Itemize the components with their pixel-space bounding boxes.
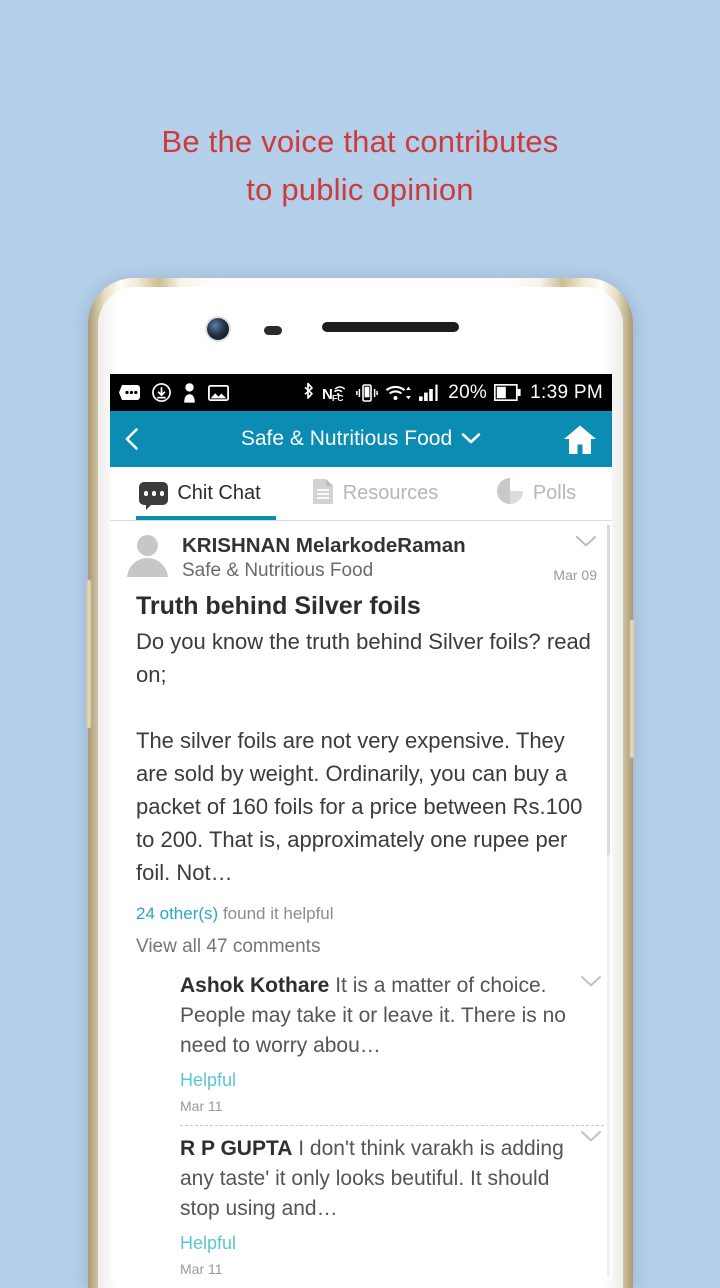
comment-text: R P GUPTA I don't think varakh is adding… (180, 1134, 570, 1224)
app-bar: Safe & Nutritious Food (110, 411, 612, 467)
post-helpful-label: found it helpful (222, 904, 334, 923)
tab-bar: Chit Chat Resources Polls (110, 467, 612, 521)
comment-date: Mar 11 (180, 1098, 223, 1114)
proximity-sensor-icon (264, 326, 282, 335)
post-body: Do you know the truth behind Silver foil… (136, 625, 597, 889)
comment-date: Mar 11 (180, 1261, 223, 1277)
home-button[interactable] (558, 419, 602, 459)
view-all-comments-link[interactable]: View all 47 comments (136, 933, 597, 961)
list-item: R P GUPTA I don't think varakh is adding… (180, 1125, 604, 1279)
post-date: Mar 09 (553, 567, 597, 583)
comment-list: Ashok Kothare It is a matter of choice. … (110, 971, 612, 1279)
post-group-name: Safe & Nutritious Food (182, 560, 374, 581)
content-scrollbar[interactable] (607, 525, 610, 1277)
chevron-down-icon (461, 427, 481, 451)
post-helpful-row: 24 other(s) found it helpful (136, 901, 597, 927)
headline-line-1: Be the voice that contributes (161, 124, 559, 159)
promo-headline: Be the voice that contributes to public … (0, 118, 720, 214)
status-bar: N FC 20% 1:39 PM (110, 374, 612, 411)
wifi-icon (385, 383, 412, 403)
comment-author: R P GUPTA (180, 1137, 293, 1160)
battery-icon (494, 384, 521, 401)
person-icon (183, 382, 196, 403)
comment-helpful-button[interactable]: Helpful (180, 1228, 570, 1258)
list-item: Ashok Kothare It is a matter of choice. … (180, 971, 604, 1121)
pie-chart-icon (496, 477, 524, 510)
earpiece-speaker (322, 322, 459, 332)
post-header-right: Mar 09 (553, 533, 597, 583)
phone-mockup: N FC 20% 1:39 PM Safe & Nutritious Food … (86, 278, 635, 1288)
post-helpful-count[interactable]: 24 other(s) (136, 904, 218, 923)
post-body-intro: Do you know the truth behind Silver foil… (136, 629, 591, 687)
post-title: Truth behind Silver foils (136, 592, 421, 620)
post-author-name: KRISHNAN MelarkodeRaman (182, 534, 466, 557)
nfc-icon: N FC (322, 383, 349, 403)
tab-resources[interactable]: Resources (290, 467, 460, 520)
post-card: KRISHNAN MelarkodeRaman Safe & Nutritiou… (110, 521, 612, 961)
tab-chit-chat-label: Chit Chat (177, 482, 261, 504)
feed-content: KRISHNAN MelarkodeRaman Safe & Nutritiou… (110, 521, 612, 1279)
comment-chevron-down-icon[interactable] (580, 975, 602, 993)
tab-chit-chat[interactable]: Chit Chat (110, 467, 290, 520)
app-bar-title-area: Safe & Nutritious Food (110, 427, 612, 451)
page-title: Safe & Nutritious Food (240, 427, 453, 450)
clock-label: 1:39 PM (530, 381, 603, 403)
comment-text: Ashok Kothare It is a matter of choice. … (180, 971, 570, 1061)
vibrate-icon (356, 383, 379, 403)
comment-chevron-down-icon[interactable] (580, 1130, 602, 1148)
post-body-main: The silver foils are not very expensive.… (136, 728, 583, 885)
bluetooth-icon (302, 382, 315, 403)
group-selector[interactable]: Safe & Nutritious Food (241, 427, 481, 451)
status-bar-system-icons: N FC 20% 1:39 PM (302, 382, 603, 404)
front-camera-icon (207, 318, 229, 340)
document-icon (312, 478, 334, 510)
image-icon (208, 384, 229, 401)
comment-helpful-button[interactable]: Helpful (180, 1065, 570, 1095)
back-button[interactable] (120, 426, 146, 452)
tab-resources-label: Resources (342, 482, 439, 504)
chat-bubble-icon (139, 482, 169, 510)
post-expand-chevron-down-icon[interactable] (575, 535, 597, 553)
phone-screen: N FC 20% 1:39 PM Safe & Nutritious Food … (110, 374, 612, 1279)
headline-line-2: to public opinion (246, 172, 474, 207)
post-header: KRISHNAN MelarkodeRaman Safe & Nutritiou… (125, 533, 597, 584)
tab-polls-label: Polls (532, 482, 577, 504)
status-bar-notifications (119, 382, 229, 403)
download-icon (152, 383, 171, 402)
comment-author: Ashok Kothare (180, 974, 330, 997)
volume-button[interactable] (86, 580, 92, 728)
messages-icon (119, 385, 140, 400)
signal-icon (419, 383, 441, 403)
power-button[interactable] (629, 620, 635, 758)
avatar (125, 533, 169, 577)
tab-polls[interactable]: Polls (460, 467, 612, 520)
battery-percent-label: 20% (448, 381, 488, 403)
post-author-meta: KRISHNAN MelarkodeRaman Safe & Nutritiou… (182, 533, 553, 584)
